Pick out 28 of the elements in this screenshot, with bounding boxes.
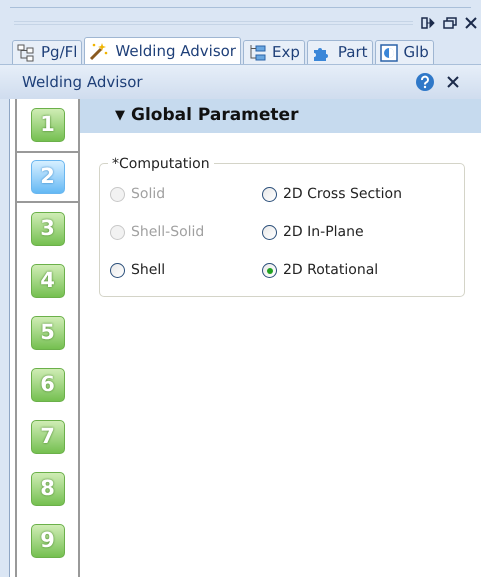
close-icon[interactable] bbox=[447, 76, 459, 88]
step-button[interactable]: 7 bbox=[30, 420, 64, 454]
panel-title: Welding Advisor bbox=[22, 72, 144, 93]
close-icon[interactable] bbox=[465, 17, 477, 29]
step-button[interactable]: 9 bbox=[30, 524, 64, 558]
tree-icon bbox=[17, 44, 35, 62]
magic-wand-icon bbox=[89, 41, 110, 61]
undock-icon[interactable] bbox=[421, 17, 435, 29]
globe-box-icon bbox=[380, 44, 398, 62]
step-button[interactable]: 8 bbox=[30, 472, 64, 506]
step-button[interactable]: 2 bbox=[30, 160, 64, 194]
tab[interactable]: Glb bbox=[374, 40, 434, 64]
radio-option[interactable]: 2D Rotational bbox=[262, 260, 378, 281]
help-icon[interactable] bbox=[415, 72, 435, 92]
tab[interactable]: Part bbox=[306, 40, 372, 64]
radio-option[interactable]: 2D In-Plane bbox=[262, 222, 364, 243]
step-button[interactable]: 5 bbox=[30, 316, 64, 350]
tree-icon bbox=[248, 44, 266, 62]
restore-icon[interactable] bbox=[443, 17, 457, 29]
tab[interactable]: Pg/Fl bbox=[12, 40, 82, 64]
radio-option[interactable]: 2D Cross Section bbox=[262, 184, 402, 205]
step-button[interactable]: 1 bbox=[30, 108, 64, 142]
tab[interactable]: Exp bbox=[242, 40, 305, 64]
step-button[interactable]: 3 bbox=[30, 212, 64, 246]
step-button[interactable]: 4 bbox=[30, 264, 64, 298]
step-button[interactable]: 6 bbox=[30, 368, 64, 402]
radio-option[interactable]: Shell bbox=[110, 260, 166, 281]
tab[interactable]: Welding Advisor bbox=[84, 37, 241, 64]
